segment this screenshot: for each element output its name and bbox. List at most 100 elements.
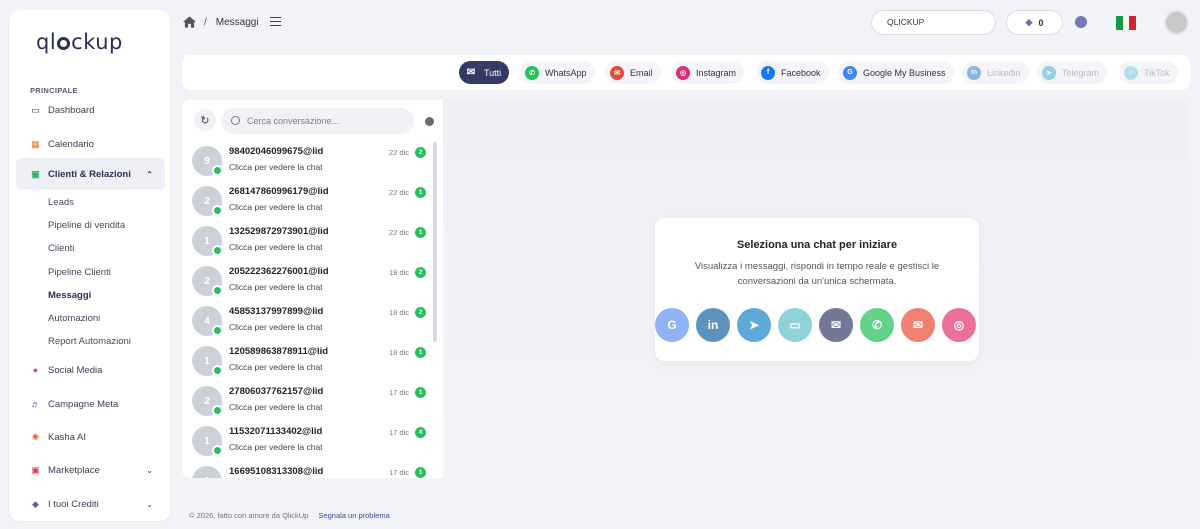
unread-badge: 1 (415, 467, 426, 478)
conversation-item[interactable]: 2 205222362276001@lid Clicca per vedere la… (192, 260, 430, 300)
home-icon[interactable] (183, 16, 196, 28)
search-icon (231, 116, 240, 125)
credits-button[interactable]: ◆ 0 (1006, 10, 1063, 35)
italy-flag-icon[interactable] (1116, 16, 1137, 30)
conversation-item[interactable]: 2 27806037762157@lid Clicca per vedere la … (192, 380, 430, 420)
conversation-item[interactable]: 9 98402046099675@lid Clicca per vedere la … (192, 140, 430, 180)
sidebar-item-marketplace[interactable]: ▣ Marketplace ⌄ (16, 455, 165, 485)
conversation-item[interactable]: 1 120589863878911@lid Clicca per vedere la… (192, 340, 430, 380)
calendar-icon: ▦ (31, 138, 40, 149)
email-icon[interactable]: ✉ (901, 308, 935, 342)
chevron-up-icon: ⌃ (146, 169, 153, 179)
conversation-hint: Clicca per vedere la chat (229, 402, 323, 412)
report-problem-link[interactable]: Segnala un problema (318, 511, 389, 520)
conversation-date: 19 dic (389, 268, 410, 277)
logo[interactable]: ql ckup (36, 30, 123, 54)
conversation-item[interactable]: 1 132529872973901@lid Clicca per vedere la… (192, 220, 430, 260)
unread-badge: 2 (415, 307, 426, 318)
breadcrumb-separator: / (204, 16, 207, 28)
telegram-icon[interactable]: ➤ (737, 308, 771, 342)
sidebar-subitem-clienti[interactable]: Clienti (48, 243, 74, 254)
linkedin-icon: in (967, 65, 981, 80)
sidebar-item-dashboard[interactable]: ▭ Dashboard (16, 95, 165, 125)
conversation-date: 17 dic (389, 428, 410, 437)
welcome-title: Seleziona una chat per iniziare (736, 239, 898, 251)
sidebar-item-label: Social Media (48, 364, 103, 376)
channel-tab-linkedin[interactable]: in Linkedin (962, 61, 1029, 84)
social-icon: ● (32, 365, 39, 375)
channel-filter-bar: ✉ Tutti ✆ WhatsApp ✉ Email ◎ Instagram f… (182, 55, 1190, 90)
avatar[interactable] (1164, 10, 1189, 35)
sidebar-item-calendario[interactable]: ▦ Calendario (16, 129, 165, 159)
sidebar-subitem-pipeline-clienti[interactable]: Pipeline Clienti (48, 267, 111, 278)
conversation-name: 16695108313308@lid (229, 466, 324, 477)
unread-badge: 1 (415, 187, 426, 198)
sidebar-item-clienti-relazioni[interactable]: ▣ Clienti & Relazioni ⌃ (16, 158, 165, 190)
conversation-item[interactable]: 4 45853137997899@lid Clicca per vedere la … (192, 300, 430, 340)
instagram-icon[interactable]: ◎ (942, 308, 976, 342)
menu-toggle-icon[interactable] (270, 17, 281, 26)
channel-label: Telegram (1062, 67, 1100, 78)
channel-tab-google-my-business[interactable]: G Google My Business (838, 61, 954, 84)
sidebar-item-crediti[interactable]: ◆ I tuoi Crediti ⌄ (16, 489, 165, 519)
conversation-item[interactable]: 116695108313308@lidClicca per vedere la … (192, 460, 430, 478)
store-icon: ▣ (31, 464, 40, 475)
chevron-down-icon: ⌄ (146, 465, 153, 475)
channel-tab-telegram[interactable]: ➤ Telegram (1037, 61, 1108, 84)
conversation-date: 22 dic (389, 148, 410, 157)
channel-tab-whatsapp[interactable]: ✆ WhatsApp (520, 61, 595, 84)
sidebar-subitem-messaggi[interactable]: Messaggi (48, 290, 91, 301)
workspace-selector[interactable]: QLICKUP (871, 10, 996, 35)
conversation-name: 205222362276001@lid (229, 266, 329, 277)
channel-tab-instagram[interactable]: ◎ Instagram (671, 61, 745, 84)
status-indicator[interactable] (425, 117, 434, 126)
sidebar-item-kasha-ai[interactable]: ✺ Kasha AI (16, 422, 165, 452)
chat-icon[interactable]: ▭ (778, 308, 812, 342)
inbox-icon: ✉ (466, 67, 476, 78)
conversation-hint: Clicca per vedere la chat (229, 362, 323, 372)
whatsapp-icon[interactable]: ✆ (860, 308, 894, 342)
channel-label: Google My Business (863, 67, 946, 78)
unread-badge: 2 (415, 267, 426, 278)
refresh-icon[interactable]: ↻ (194, 109, 216, 131)
conversation-name: 45853137997899@lid (229, 306, 324, 317)
google-icon[interactable]: G (655, 308, 689, 342)
conversation-search-input[interactable]: Cerca conversazione... (221, 108, 414, 134)
footer-text: © 2026, fatto con amore da QlickUp (189, 511, 309, 520)
channel-tab-tiktok[interactable]: ♪ TikTok (1119, 61, 1178, 84)
channel-label: Email (630, 67, 653, 78)
telegram-icon: ➤ (1042, 65, 1056, 80)
google-icon: G (843, 65, 857, 80)
bug-report-icon[interactable] (1075, 16, 1087, 28)
credits-count: 0 (1038, 17, 1044, 28)
channel-tab-tutti[interactable]: ✉ Tutti (459, 61, 510, 84)
channel-tab-facebook[interactable]: f Facebook (756, 61, 829, 84)
sidebar-subitem-automazioni[interactable]: Automazioni (48, 313, 100, 324)
conversation-item[interactable]: 2 268147860996179@lid Clicca per vedere la… (192, 180, 430, 220)
conversation-item[interactable]: 1 11532071133402@lid Clicca per vedere la … (192, 420, 430, 460)
conversation-panel: ↻ Cerca conversazione... 9 98402046099675… (182, 100, 443, 478)
whatsapp-icon (212, 245, 223, 256)
unread-badge: 2 (415, 147, 426, 158)
welcome-card: Seleziona una chat per iniziare Visualiz… (655, 218, 979, 361)
chevron-down-icon: ⌄ (146, 499, 153, 509)
diamond-icon: ◆ (32, 498, 39, 509)
conversation-hint: Clicca per vedere la chat (229, 282, 323, 292)
channel-label: Facebook (781, 67, 821, 78)
conversation-name: 132529872973901@lid (229, 226, 329, 237)
whatsapp-icon (212, 405, 223, 416)
sidebar-subitem-pipeline-vendita[interactable]: Pipeline di vendita (48, 220, 125, 231)
linkedin-icon[interactable]: in (696, 308, 730, 342)
channel-label: WhatsApp (545, 67, 587, 78)
channel-tab-email[interactable]: ✉ Email (605, 61, 661, 84)
scrollbar[interactable] (433, 142, 437, 342)
inbox-icon[interactable]: ✉ (819, 308, 853, 342)
sidebar-item-social-media[interactable]: ● Social Media (16, 355, 165, 385)
sidebar-subitem-report-automazioni[interactable]: Report Automazioni (48, 336, 131, 347)
unread-badge: 1 (415, 387, 426, 398)
sidebar-item-campagne-meta[interactable]: ♬ Campagne Meta (16, 389, 165, 419)
channel-label: Linkedin (987, 67, 1021, 78)
channel-label: TikTok (1144, 67, 1170, 78)
breadcrumb-current: Messaggi (215, 16, 259, 28)
sidebar-subitem-leads[interactable]: Leads (48, 197, 74, 208)
